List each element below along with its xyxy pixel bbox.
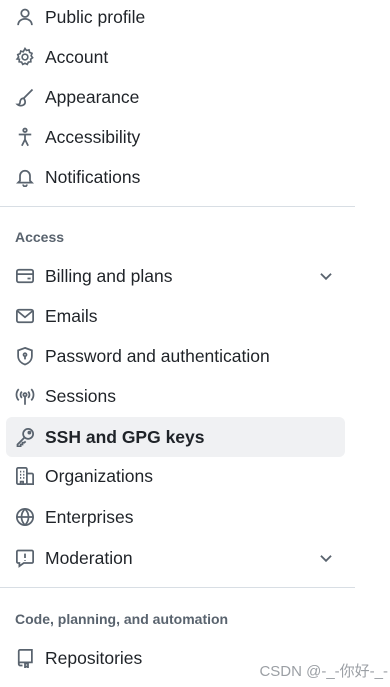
- nav-item-ssh-and-gpg-keys[interactable]: SSH and GPG keys: [6, 417, 345, 457]
- section-heading-code-planning-automation: Code, planning, and automation: [15, 611, 229, 627]
- key-icon: [14, 426, 36, 448]
- divider: [0, 587, 355, 588]
- nav-item-label: Public profile: [45, 6, 146, 27]
- section-heading-access: Access: [15, 229, 65, 245]
- nav-item-label: Appearance: [45, 86, 140, 107]
- nav-item-appearance[interactable]: Appearance: [6, 77, 345, 117]
- credit-card-icon: [14, 265, 36, 287]
- nav-item-accessibility[interactable]: Accessibility: [6, 117, 345, 157]
- nav-item-billing-and-plans[interactable]: Billing and plans: [6, 256, 345, 296]
- nav-item-sessions[interactable]: Sessions: [6, 376, 345, 416]
- report-icon: [14, 547, 36, 569]
- nav-item-label: Account: [45, 46, 109, 67]
- nav-item-public-profile[interactable]: Public profile: [6, 0, 345, 37]
- nav-item-label: Moderation: [45, 547, 133, 568]
- organization-icon: [14, 465, 36, 487]
- broadcast-icon: [14, 385, 36, 407]
- nav-item-label: Password and authentication: [45, 345, 270, 366]
- nav-item-enterprises[interactable]: Enterprises: [6, 497, 345, 537]
- shield-lock-icon: [14, 345, 36, 367]
- nav-item-organizations[interactable]: Organizations: [6, 456, 345, 496]
- nav-item-label: Sessions: [45, 385, 117, 406]
- nav-item-label: Notifications: [45, 166, 141, 187]
- accessibility-icon: [14, 126, 36, 148]
- nav-item-label: Emails: [45, 305, 98, 326]
- gear-icon: [14, 46, 36, 68]
- nav-item-account[interactable]: Account: [6, 37, 345, 77]
- chevron-down-icon[interactable]: [317, 267, 335, 285]
- nav-item-notifications[interactable]: Notifications: [6, 157, 345, 197]
- nav-item-label: Enterprises: [45, 506, 134, 527]
- nav-item-password-and-authentication[interactable]: Password and authentication: [6, 336, 345, 376]
- nav-item-label: SSH and GPG keys: [45, 426, 205, 447]
- nav-item-label: Organizations: [45, 465, 153, 486]
- nav-item-label: Repositories: [45, 647, 143, 668]
- person-icon: [14, 6, 36, 28]
- nav-item-label: Accessibility: [45, 126, 141, 147]
- bell-icon: [14, 166, 36, 188]
- mail-icon: [14, 305, 36, 327]
- chevron-down-icon[interactable]: [317, 549, 335, 567]
- paintbrush-icon: [14, 86, 36, 108]
- nav-item-label: Billing and plans: [45, 265, 173, 286]
- divider: [0, 206, 355, 207]
- globe-icon: [14, 506, 36, 528]
- watermark: CSDN @-_-你好-_-: [259, 663, 388, 680]
- nav-item-emails[interactable]: Emails: [6, 296, 345, 336]
- repo-icon: [14, 647, 36, 669]
- nav-item-moderation[interactable]: Moderation: [6, 538, 345, 578]
